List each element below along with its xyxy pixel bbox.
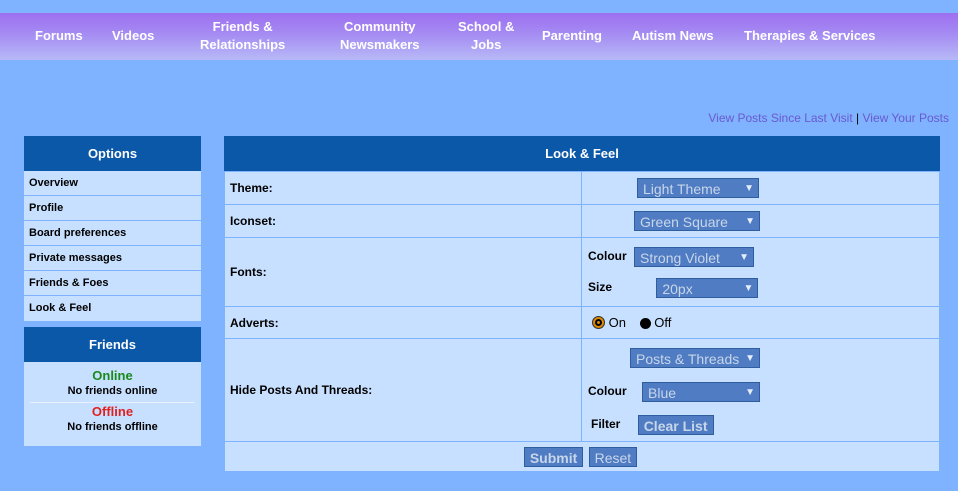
- hide-colour-select[interactable]: Blue ▼: [642, 381, 761, 402]
- clear-list-button[interactable]: Clear List: [637, 414, 714, 435]
- filter-label: Filter: [591, 417, 621, 431]
- friends-offline-text: No friends offline: [67, 421, 158, 433]
- iconset-row: Iconset: Green Square ▼: [224, 204, 940, 238]
- submit-row: Submit Reset: [224, 441, 940, 472]
- hide-colour-select-value: Blue: [648, 384, 677, 401]
- friends-online-text: No friends online: [67, 385, 158, 397]
- nav-school-jobs[interactable]: School & Jobs: [458, 18, 514, 54]
- hide-posts-line: Posts & Threads ▼: [588, 340, 934, 374]
- options-panel: Options Overview Profile Board preferenc…: [24, 136, 201, 321]
- nav-forums-label: Forums: [35, 28, 83, 43]
- nav-community-line1: Community: [344, 19, 416, 34]
- font-size-line: Size 20px ▼: [588, 271, 934, 303]
- top-nav: Forums Videos Friends & Relationships Co…: [0, 13, 958, 60]
- adverts-row: Adverts: On Off: [224, 306, 940, 339]
- nav-parenting[interactable]: Parenting: [542, 27, 602, 45]
- hide-posts-select[interactable]: Posts & Threads ▼: [630, 347, 760, 368]
- hide-posts-select-value: Posts & Threads: [636, 350, 740, 367]
- quick-links-separator: |: [856, 111, 860, 125]
- iconset-select[interactable]: Green Square ▼: [634, 211, 760, 231]
- chevron-down-icon: ▼: [744, 183, 754, 194]
- options-item-overview[interactable]: Overview: [24, 171, 201, 196]
- hide-colour-line: Colour Blue ▼: [588, 374, 934, 408]
- look-feel-header: Look & Feel: [224, 136, 940, 171]
- theme-select-value: Light Theme: [643, 181, 721, 197]
- adverts-off-label: Off: [654, 315, 672, 330]
- nav-community-line2: Newsmakers: [340, 37, 420, 52]
- adverts-off-radio[interactable]: [639, 318, 651, 329]
- options-item-board-preferences[interactable]: Board preferences: [24, 221, 201, 246]
- nav-parenting-label: Parenting: [542, 28, 602, 43]
- fonts-label: Fonts:: [224, 237, 582, 307]
- submit-cell: Submit Reset: [224, 441, 940, 472]
- chevron-down-icon: ▼: [745, 216, 755, 227]
- font-size-label: Size: [588, 280, 613, 294]
- font-colour-select-value: Strong Violet: [640, 249, 720, 266]
- theme-label: Theme:: [224, 171, 582, 205]
- theme-select[interactable]: Light Theme ▼: [637, 178, 759, 198]
- font-colour-select[interactable]: Strong Violet ▼: [634, 246, 755, 267]
- nav-friends-line2: Relationships: [200, 37, 286, 52]
- nav-school-line1: School &: [458, 19, 515, 34]
- iconset-label: Iconset:: [224, 204, 582, 238]
- friends-header: Friends: [24, 327, 201, 362]
- look-feel-table: Theme: Light Theme ▼ Iconset: Green Squa…: [224, 171, 940, 472]
- reset-button[interactable]: Reset: [588, 446, 638, 467]
- nav-forums[interactable]: Forums: [35, 27, 83, 45]
- nav-videos[interactable]: Videos: [112, 27, 154, 45]
- chevron-down-icon: ▼: [745, 386, 756, 398]
- nav-therapies-services[interactable]: Therapies & Services: [744, 27, 876, 45]
- friends-offline-label: Offline: [91, 404, 134, 419]
- look-feel-panel: Look & Feel Theme: Light Theme ▼ Iconset…: [224, 136, 940, 472]
- font-size-select-value: 20px: [662, 280, 693, 297]
- font-colour-line: Colour Strong Violet ▼: [588, 241, 934, 271]
- nav-therapies-label: Therapies & Services: [744, 28, 876, 43]
- options-header: Options: [24, 136, 201, 171]
- adverts-label: Adverts:: [224, 306, 582, 339]
- options-item-friends-foes[interactable]: Friends & Foes: [24, 271, 201, 296]
- options-item-look-feel[interactable]: Look & Feel: [24, 296, 201, 321]
- hide-colour-label: Colour: [588, 384, 627, 398]
- nav-school-line2: Jobs: [471, 37, 502, 52]
- view-your-posts-link[interactable]: View Your Posts: [862, 111, 949, 125]
- theme-row: Theme: Light Theme ▼: [224, 171, 940, 205]
- hide-posts-row: Hide Posts And Threads: Posts & Threads …: [224, 338, 940, 442]
- options-item-profile[interactable]: Profile: [24, 196, 201, 221]
- nav-friends-relationships[interactable]: Friends & Relationships: [200, 18, 285, 54]
- chevron-down-icon: ▼: [739, 251, 750, 263]
- view-posts-since-last-visit-link[interactable]: View Posts Since Last Visit: [708, 111, 852, 125]
- chevron-down-icon: ▼: [745, 352, 755, 364]
- adverts-on-label: On: [608, 315, 626, 330]
- adverts-on-radio[interactable]: [592, 316, 605, 329]
- nav-videos-label: Videos: [112, 28, 155, 43]
- font-colour-label: Colour: [588, 249, 627, 263]
- nav-friends-line1: Friends &: [212, 19, 273, 34]
- nav-community-newsmakers[interactable]: Community Newsmakers: [340, 18, 420, 54]
- options-item-private-messages[interactable]: Private messages: [24, 246, 201, 271]
- nav-autism-news-label: Autism News: [632, 28, 714, 43]
- fonts-row: Fonts: Colour Strong Violet ▼ Size 20px …: [224, 237, 940, 307]
- iconset-select-value: Green Square: [640, 214, 728, 230]
- nav-autism-news[interactable]: Autism News: [632, 27, 714, 45]
- friends-online-label: Online: [92, 368, 133, 383]
- submit-button[interactable]: Submit: [523, 446, 584, 467]
- friends-panel: Friends Online No friends online Offline…: [24, 327, 201, 446]
- filter-line: Filter Clear List: [588, 408, 934, 440]
- font-size-select[interactable]: 20px ▼: [656, 277, 759, 298]
- hide-posts-label: Hide Posts And Threads:: [224, 338, 582, 442]
- quick-links: View Posts Since Last Visit | View Your …: [708, 111, 949, 125]
- chevron-down-icon: ▼: [743, 282, 754, 294]
- friends-body: Online No friends online Offline No frie…: [24, 362, 201, 446]
